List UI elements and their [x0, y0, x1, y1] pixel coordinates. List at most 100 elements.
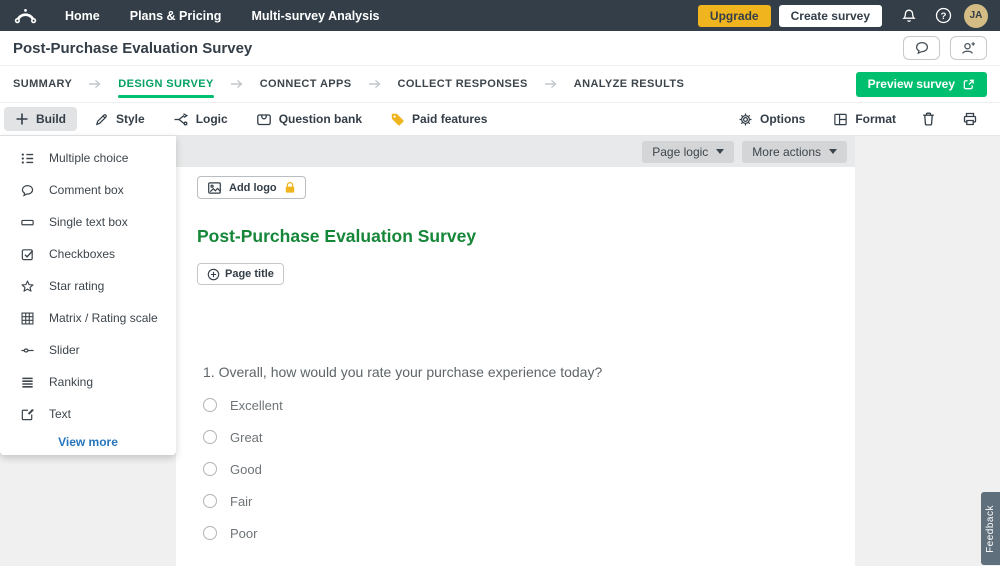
radio-button-icon[interactable]: [203, 430, 217, 444]
nav-item-home[interactable]: Home: [50, 0, 115, 31]
menu-item-star-rating[interactable]: Star rating: [0, 270, 176, 302]
paid-features-tool[interactable]: Paid features: [379, 107, 498, 132]
trash-icon: [921, 111, 936, 127]
design-toolbar: Build Style Logic Question bank Paid fea…: [0, 103, 1000, 136]
person-plus-icon: [960, 40, 977, 56]
answer-option-fair[interactable]: Fair: [203, 494, 834, 508]
build-tool-label: Build: [36, 112, 66, 126]
add-logo-button[interactable]: Add logo: [197, 176, 306, 199]
answer-option-great[interactable]: Great: [203, 430, 834, 444]
format-tool[interactable]: Format: [822, 107, 907, 132]
page-title: Post-Purchase Evaluation Survey: [13, 40, 252, 57]
nav-item-multi-survey-analysis[interactable]: Multi-survey Analysis: [236, 0, 394, 31]
menu-item-ranking[interactable]: Ranking: [0, 366, 176, 398]
radio-button-icon[interactable]: [203, 526, 217, 540]
option-label: Good: [230, 462, 262, 477]
question-text: 1. Overall, how would you rate your purc…: [203, 364, 834, 380]
active-step-underline: [118, 95, 213, 98]
plus-icon: [15, 112, 29, 126]
options-tool[interactable]: Options: [727, 107, 816, 132]
preview-survey-label: Preview survey: [868, 77, 955, 91]
question-block[interactable]: 1. Overall, how would you rate your purc…: [197, 364, 834, 540]
style-tool[interactable]: Style: [83, 107, 156, 132]
create-survey-button[interactable]: Create survey: [779, 5, 882, 27]
menu-item-matrix-rating-scale[interactable]: Matrix / Rating scale: [0, 302, 176, 334]
upgrade-button[interactable]: Upgrade: [698, 5, 771, 27]
paid-tag-icon: [390, 112, 405, 127]
menu-item-slider[interactable]: Slider: [0, 334, 176, 366]
radio-button-icon[interactable]: [203, 398, 217, 412]
feedback-bubble-button[interactable]: [903, 36, 940, 60]
notifications-bell-icon[interactable]: [896, 3, 922, 29]
answer-option-good[interactable]: Good: [203, 462, 834, 476]
step-summary[interactable]: SUMMARY: [13, 68, 72, 100]
lock-icon: [284, 181, 296, 194]
step-label: DESIGN SURVEY: [118, 78, 213, 90]
preview-survey-button[interactable]: Preview survey: [856, 72, 987, 97]
add-logo-label: Add logo: [229, 182, 277, 194]
menu-item-label: Star rating: [49, 279, 104, 293]
single-text-box-icon: [20, 215, 35, 230]
svg-text:?: ?: [940, 11, 946, 22]
build-tool[interactable]: Build: [4, 107, 77, 131]
menu-item-label: Multiple choice: [49, 151, 128, 165]
text-icon: [20, 407, 35, 422]
format-grid-icon: [833, 112, 848, 127]
external-link-icon: [962, 78, 975, 91]
question-bank-tool[interactable]: Question bank: [245, 107, 373, 132]
step-arrow-icon: [230, 79, 244, 89]
speech-bubble-icon: [914, 40, 930, 56]
nav-item-plans-pricing[interactable]: Plans & Pricing: [115, 0, 237, 31]
format-tool-label: Format: [855, 112, 896, 126]
more-actions-label: More actions: [752, 145, 821, 159]
menu-item-single-text-box[interactable]: Single text box: [0, 206, 176, 238]
view-more-link[interactable]: View more: [0, 435, 176, 449]
step-analyze-results[interactable]: ANALYZE RESULTS: [574, 68, 685, 100]
ranking-icon: [20, 375, 35, 390]
menu-item-label: Comment box: [49, 183, 124, 197]
step-collect-responses[interactable]: COLLECT RESPONSES: [398, 68, 528, 100]
delete-page-button[interactable]: [913, 106, 944, 132]
paid-features-tool-label: Paid features: [412, 112, 487, 126]
page-logic-dropdown[interactable]: Page logic: [642, 141, 734, 163]
surveymonkey-logo-icon[interactable]: [13, 7, 38, 25]
menu-item-label: Checkboxes: [49, 247, 115, 261]
step-design-survey[interactable]: DESIGN SURVEY: [118, 68, 213, 100]
page-title-button-label: Page title: [225, 268, 274, 280]
option-label: Fair: [230, 494, 252, 509]
user-avatar[interactable]: JA: [964, 4, 988, 28]
option-label: Excellent: [230, 398, 283, 413]
pencil-icon: [94, 112, 109, 127]
comment-box-icon: [20, 183, 35, 198]
survey-canvas-title[interactable]: Post-Purchase Evaluation Survey: [197, 226, 834, 247]
workflow-steps-bar: SUMMARY DESIGN SURVEY CONNECT APPS COLLE…: [0, 66, 1000, 103]
feedback-side-tab[interactable]: Feedback: [981, 492, 1000, 565]
bank-box-icon: [256, 112, 272, 127]
menu-item-text[interactable]: Text: [0, 398, 176, 430]
caret-down-icon: [829, 149, 837, 154]
answer-option-excellent[interactable]: Excellent: [203, 398, 834, 412]
more-actions-dropdown[interactable]: More actions: [742, 141, 847, 163]
logic-tool-label: Logic: [196, 112, 228, 126]
survey-title-bar: Post-Purchase Evaluation Survey: [0, 31, 1000, 66]
menu-item-multiple-choice[interactable]: Multiple choice: [0, 142, 176, 174]
option-label: Poor: [230, 526, 257, 541]
star-rating-icon: [20, 279, 35, 294]
logic-tool[interactable]: Logic: [162, 107, 239, 132]
radio-button-icon[interactable]: [203, 462, 217, 476]
add-collaborator-button[interactable]: [950, 36, 987, 60]
print-button[interactable]: [954, 106, 986, 132]
page-title-button[interactable]: Page title: [197, 263, 284, 285]
radio-button-icon[interactable]: [203, 494, 217, 508]
menu-item-label: Text: [49, 407, 71, 421]
step-arrow-icon: [88, 79, 102, 89]
survey-canvas: Page logic More actions Add logo Post-Pu…: [176, 136, 855, 566]
question-bank-tool-label: Question bank: [279, 112, 362, 126]
menu-item-comment-box[interactable]: Comment box: [0, 174, 176, 206]
help-icon[interactable]: ?: [930, 3, 956, 29]
checkboxes-icon: [20, 247, 35, 262]
top-nav: Home Plans & Pricing Multi-survey Analys…: [0, 0, 1000, 31]
step-connect-apps[interactable]: CONNECT APPS: [260, 68, 352, 100]
answer-option-poor[interactable]: Poor: [203, 526, 834, 540]
menu-item-checkboxes[interactable]: Checkboxes: [0, 238, 176, 270]
